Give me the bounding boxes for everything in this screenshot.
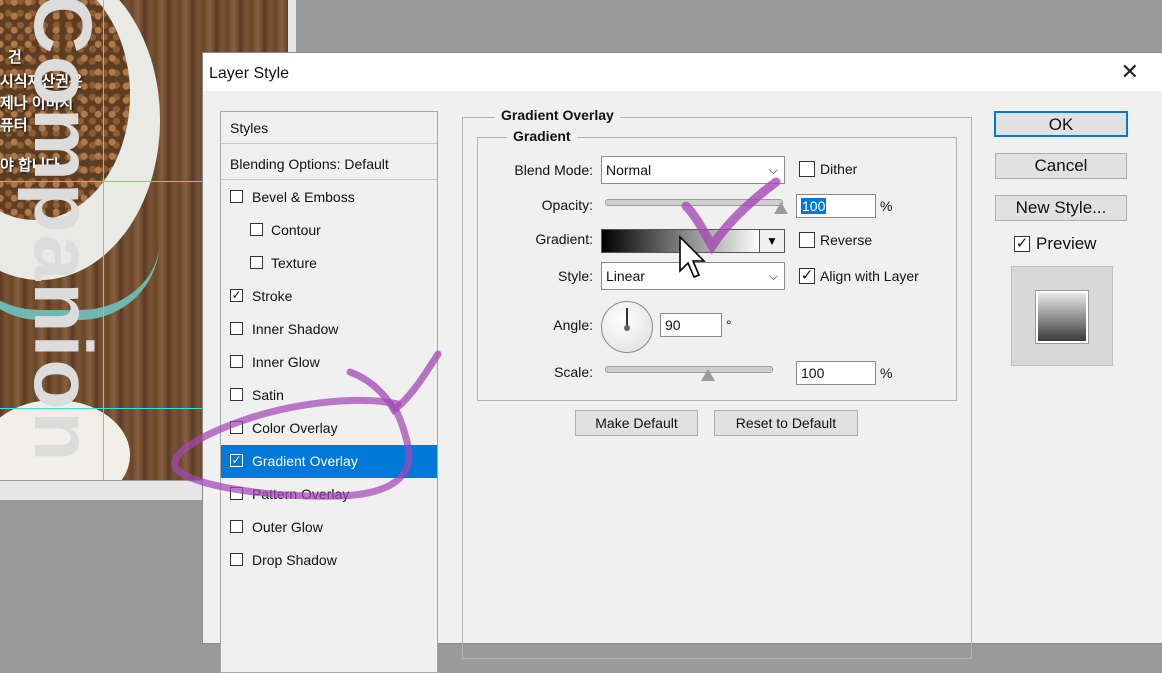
- opacity-unit: %: [880, 198, 893, 214]
- angle-center: [624, 325, 630, 331]
- style-label: Inner Glow: [252, 354, 320, 370]
- style-checkbox[interactable]: [230, 388, 243, 401]
- preview-thumbnail: [1036, 291, 1088, 343]
- style-label: Inner Shadow: [252, 321, 339, 337]
- style-checkbox[interactable]: [230, 553, 243, 566]
- blend-mode-select[interactable]: Normal ⌵: [601, 156, 785, 184]
- style-label: Drop Shadow: [252, 552, 337, 568]
- style-preview: [1011, 266, 1113, 366]
- opacity-slider-thumb[interactable]: [774, 202, 788, 214]
- styles-list: Styles Blending Options: Default Bevel &…: [220, 111, 438, 673]
- style-checkbox[interactable]: [230, 190, 243, 203]
- opacity-slider[interactable]: [605, 199, 783, 206]
- blending-options-item[interactable]: Blending Options: Default: [221, 148, 437, 180]
- style-checkbox[interactable]: ✓: [230, 454, 243, 467]
- gradient-dropdown-button[interactable]: ▼: [759, 229, 785, 253]
- style-item[interactable]: Texture: [221, 247, 437, 280]
- style-item[interactable]: ✓ Stroke: [221, 280, 437, 313]
- vertical-title-text: Companion: [17, 0, 108, 464]
- style-item[interactable]: Satin: [221, 379, 437, 412]
- reverse-checkbox[interactable]: [799, 232, 815, 248]
- style-checkbox[interactable]: [230, 487, 243, 500]
- styles-header[interactable]: Styles: [221, 112, 437, 144]
- title-bar[interactable]: Layer Style ✕: [203, 53, 1162, 91]
- style-label: Satin: [252, 387, 284, 403]
- style-label: Texture: [271, 255, 317, 271]
- style-item[interactable]: Inner Shadow: [221, 313, 437, 346]
- chevron-down-icon: ⌵: [768, 269, 778, 283]
- close-icon[interactable]: ✕: [1121, 59, 1139, 85]
- style-checkbox[interactable]: [230, 520, 243, 533]
- blend-mode-label: Blend Mode:: [514, 162, 593, 178]
- triangle-down-icon: ▼: [766, 234, 778, 248]
- preview-label: Preview: [1036, 234, 1097, 253]
- opacity-input[interactable]: 100: [796, 194, 876, 218]
- scale-label: Scale:: [554, 364, 593, 380]
- style-item[interactable]: ✓ Gradient Overlay: [221, 445, 437, 478]
- style-label: Color Overlay: [252, 420, 338, 436]
- scale-slider[interactable]: [605, 366, 773, 373]
- angle-dial[interactable]: [601, 301, 653, 353]
- style-checkbox[interactable]: [250, 223, 263, 236]
- style-item[interactable]: Bevel & Emboss: [221, 181, 437, 214]
- scale-slider-thumb[interactable]: [701, 369, 715, 381]
- chevron-down-icon: ⌵: [768, 163, 778, 177]
- style-item[interactable]: Inner Glow: [221, 346, 437, 379]
- style-label: Outer Glow: [252, 519, 323, 535]
- opacity-label: Opacity:: [541, 197, 593, 213]
- dither-label: Dither: [820, 161, 858, 177]
- style-checkbox[interactable]: [230, 421, 243, 434]
- style-checkbox[interactable]: [230, 322, 243, 335]
- layer-style-dialog: Layer Style ✕ Styles Blending Options: D…: [202, 52, 1162, 673]
- style-item[interactable]: Color Overlay: [221, 412, 437, 445]
- style-label: Stroke: [252, 288, 293, 304]
- scale-input[interactable]: 100: [796, 361, 876, 385]
- dither-checkbox[interactable]: [799, 161, 815, 177]
- style-checkbox[interactable]: ✓: [230, 289, 243, 302]
- make-default-button[interactable]: Make Default: [575, 410, 698, 436]
- cancel-button[interactable]: Cancel: [995, 153, 1127, 179]
- subsection-title: Gradient: [507, 128, 577, 144]
- angle-label: Angle:: [553, 317, 593, 333]
- scale-unit: %: [880, 365, 893, 381]
- style-label: Gradient Overlay: [252, 453, 358, 469]
- style-label: Bevel & Emboss: [252, 189, 355, 205]
- section-title: Gradient Overlay: [495, 107, 620, 123]
- style-label: Style:: [557, 268, 593, 284]
- opacity-value: 100: [801, 198, 827, 214]
- dialog-title: Layer Style: [209, 65, 290, 82]
- style-item[interactable]: Contour: [221, 214, 437, 247]
- style-item[interactable]: Pattern Overlay: [221, 478, 437, 511]
- blend-mode-value: Normal: [606, 162, 652, 178]
- style-item[interactable]: Drop Shadow: [221, 544, 437, 577]
- style-value: Linear: [606, 268, 645, 284]
- gradient-label: Gradient:: [535, 231, 593, 247]
- new-style-button[interactable]: New Style...: [995, 195, 1127, 221]
- mouse-cursor-icon: [679, 235, 706, 279]
- style-label: Contour: [271, 222, 321, 238]
- ok-button[interactable]: OK: [994, 111, 1128, 137]
- style-item[interactable]: Outer Glow: [221, 511, 437, 544]
- align-with-layer-checkbox[interactable]: ✓: [799, 268, 815, 284]
- reverse-label: Reverse: [820, 232, 873, 248]
- preview-checkbox[interactable]: ✓: [1014, 236, 1030, 252]
- guide-line: [103, 0, 104, 480]
- style-label: Pattern Overlay: [252, 486, 350, 502]
- angle-unit: °: [726, 317, 732, 333]
- style-checkbox[interactable]: [230, 355, 243, 368]
- align-with-layer-label: Align with Layer: [820, 268, 919, 284]
- style-checkbox[interactable]: [250, 256, 263, 269]
- angle-input[interactable]: 90: [660, 313, 722, 337]
- reset-to-default-button[interactable]: Reset to Default: [714, 410, 858, 436]
